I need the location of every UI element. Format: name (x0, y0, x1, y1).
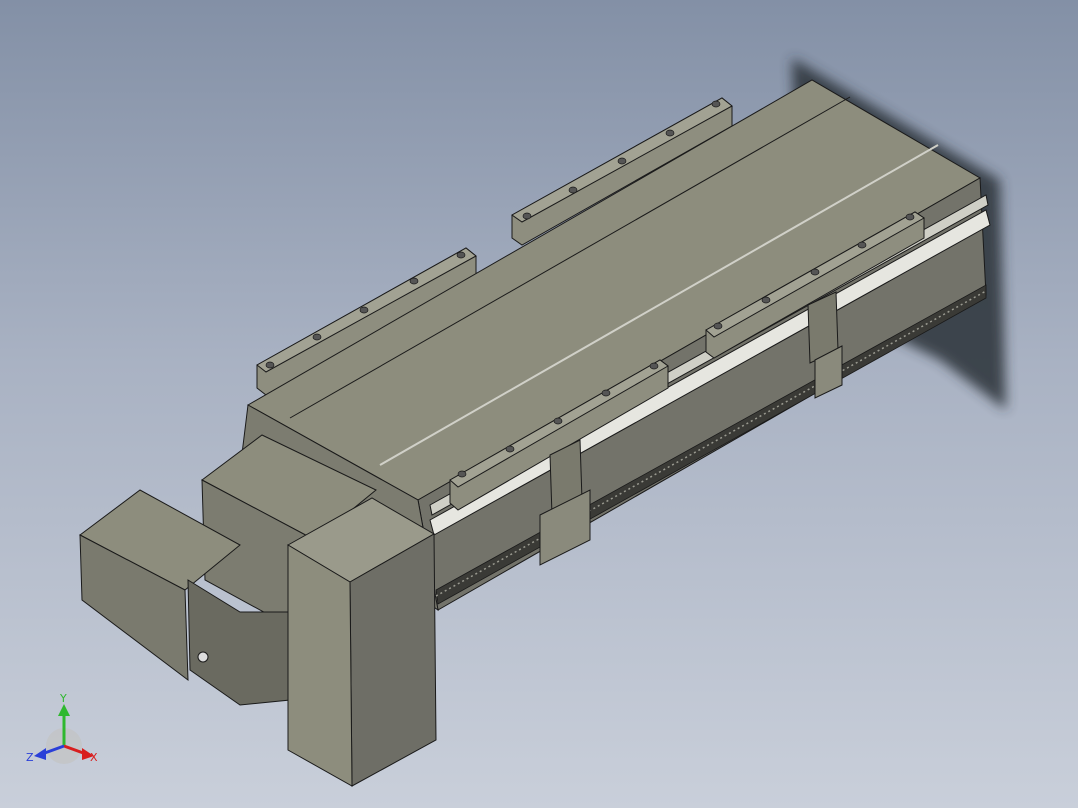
z-axis-label: Z (26, 751, 34, 764)
view-triad: Y X Z (24, 690, 114, 780)
y-axis-arrow-icon (58, 704, 70, 716)
graphics-viewport[interactable]: Y X Z (0, 0, 1078, 808)
z-axis-arrow-icon (34, 748, 46, 760)
cad-model-view[interactable] (0, 0, 1078, 808)
y-axis-label: Y (59, 692, 67, 705)
x-axis-label: X (90, 751, 98, 764)
